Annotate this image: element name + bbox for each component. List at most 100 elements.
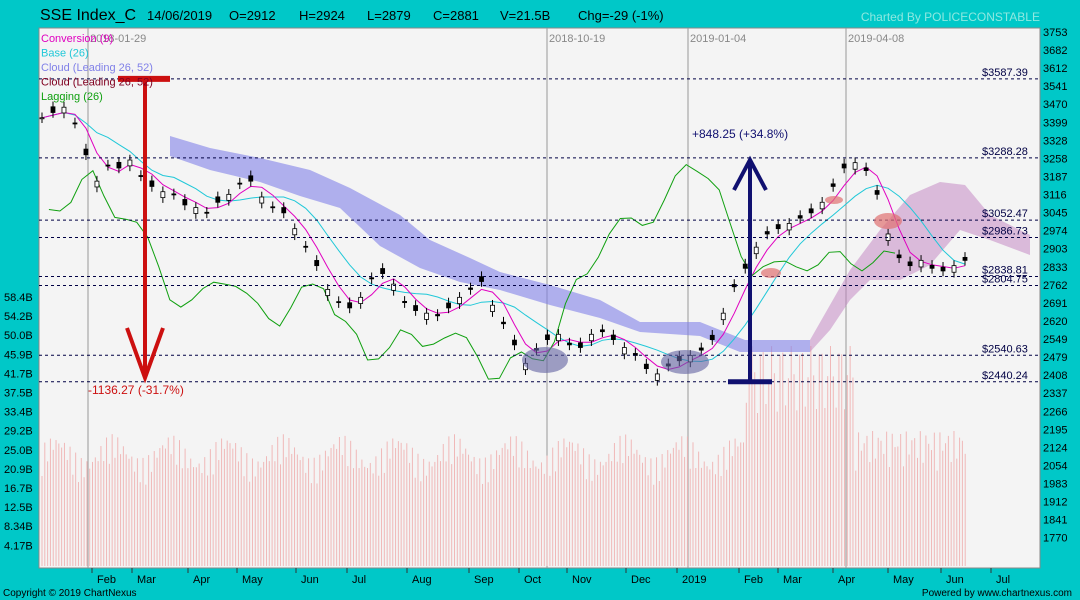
volume-tick-label: 50.0B: [4, 330, 33, 342]
chart-canvas: 3753 3682 3612 3541 3470 3399 3328 3258 3187 3116…: [4, 27, 1067, 586]
candle-body: [720, 312, 726, 321]
candle-body: [259, 196, 265, 204]
volume-tick-label: 20.9B: [4, 464, 33, 476]
up-move-label: +848.25 (+34.8%): [692, 127, 788, 141]
month-label: Mar: [783, 574, 802, 586]
level-label: $2540.63: [982, 343, 1028, 355]
candle-body: [380, 268, 386, 274]
candle-body: [556, 333, 561, 342]
volume-tick-label: 16.7B: [4, 483, 33, 495]
price-tick-label: 3328: [1043, 135, 1067, 147]
candle-body: [193, 207, 199, 214]
candle-body: [863, 167, 869, 171]
candle-body: [753, 246, 759, 255]
month-label: Apr: [838, 574, 855, 586]
candle-body: [589, 333, 594, 342]
candle-body: [325, 289, 331, 296]
price-tick-label: 2974: [1043, 226, 1067, 238]
month-label: Aug: [412, 574, 432, 586]
candle-body: [369, 277, 375, 280]
price-tick-label: 3399: [1043, 117, 1067, 129]
month-label: Feb: [744, 574, 763, 586]
candle-body: [545, 334, 550, 340]
date-marker-label: 2019-01-04: [690, 33, 746, 45]
candle-body: [237, 182, 243, 185]
candle-body: [94, 180, 100, 188]
candle-body: [292, 228, 298, 236]
candle-body: [226, 193, 232, 201]
candle-body: [512, 339, 517, 346]
price-tick-label: 3753: [1043, 27, 1067, 39]
chart-root: SSE Index_C 14/06/2019 O=2912 H=2924 L=2…: [0, 0, 1080, 600]
level-label: $3587.39: [982, 67, 1028, 79]
legend-entry: Conversion (9): [41, 33, 113, 45]
volume-tick-label: 58.4B: [4, 292, 33, 304]
candle-body: [39, 117, 45, 120]
price-tick-label: 2903: [1043, 244, 1067, 256]
level-label: $2804.75: [982, 274, 1028, 286]
month-label: Apr: [193, 574, 210, 586]
legend-entry: Cloud (Leading 26, 52): [41, 77, 153, 89]
candle-body: [468, 287, 473, 290]
copyright-text: Copyright © 2019 ChartNexus: [3, 588, 137, 599]
candle-body: [929, 264, 935, 269]
price-tick-label: 1983: [1043, 479, 1067, 491]
level-label: $2986.73: [982, 225, 1028, 237]
low-marker-jan: [661, 350, 709, 374]
powered-by-text: Powered by www.chartnexus.com: [921, 588, 1072, 599]
candle-body: [841, 163, 847, 169]
candle-body: [951, 265, 957, 273]
volume-tick-label: 4.17B: [4, 540, 33, 552]
price-tick-label: 2124: [1043, 442, 1067, 454]
candle-body: [490, 304, 495, 312]
candle-body: [61, 106, 67, 114]
price-tick-label: 2408: [1043, 370, 1067, 382]
down-move-label: -1136.27 (-31.7%): [88, 383, 184, 397]
candle-body: [797, 215, 803, 219]
month-label: May: [893, 574, 914, 586]
price-tick-label: 3116: [1043, 190, 1067, 202]
candle-body: [764, 231, 770, 235]
price-tick-label: 3045: [1043, 208, 1067, 220]
level-label: $2440.24: [982, 370, 1028, 382]
month-label: Jul: [996, 574, 1010, 586]
volume-tick-label: 45.9B: [4, 349, 33, 361]
candle-body: [446, 302, 451, 309]
candle-body: [50, 106, 56, 113]
legend-entry: Cloud (Leading 26, 52): [41, 62, 153, 74]
low-marker-oct: [522, 347, 568, 373]
candle-body: [698, 347, 704, 351]
month-label: 2019: [682, 574, 706, 586]
level-label: $3052.47: [982, 208, 1028, 220]
candle-body: [303, 245, 309, 248]
candle-body: [182, 199, 188, 206]
month-label: Feb: [97, 574, 116, 586]
level-label: $3288.28: [982, 146, 1028, 158]
price-tick-label: 1841: [1043, 515, 1067, 527]
price-tick-label: 3470: [1043, 99, 1067, 111]
price-tick-label: 3258: [1043, 153, 1067, 165]
candle-body: [940, 266, 946, 272]
price-tick-label: 3612: [1043, 63, 1067, 75]
candle-body: [501, 321, 506, 325]
price-tick-label: 3541: [1043, 81, 1067, 93]
candle-body: [149, 180, 155, 187]
candle-body: [116, 161, 122, 169]
price-tick-label: 2195: [1043, 424, 1067, 436]
candle-body: [874, 190, 880, 195]
price-tick-label: 1770: [1043, 533, 1067, 545]
candle-body: [621, 347, 627, 355]
candle-body: [127, 159, 133, 167]
candle-body: [775, 224, 781, 230]
volume-tick-label: 54.2B: [4, 311, 33, 323]
candle-body: [358, 296, 364, 304]
candle-body: [610, 334, 616, 340]
volume-tick-label: 37.5B: [4, 388, 33, 400]
price-tick-label: 1912: [1043, 497, 1067, 509]
month-label: Sep: [474, 574, 494, 586]
candle-body: [72, 122, 78, 125]
candle-body: [248, 175, 254, 182]
price-tick-label: 2479: [1043, 352, 1067, 364]
candle-body: [808, 208, 814, 214]
candle-body: [314, 260, 320, 267]
